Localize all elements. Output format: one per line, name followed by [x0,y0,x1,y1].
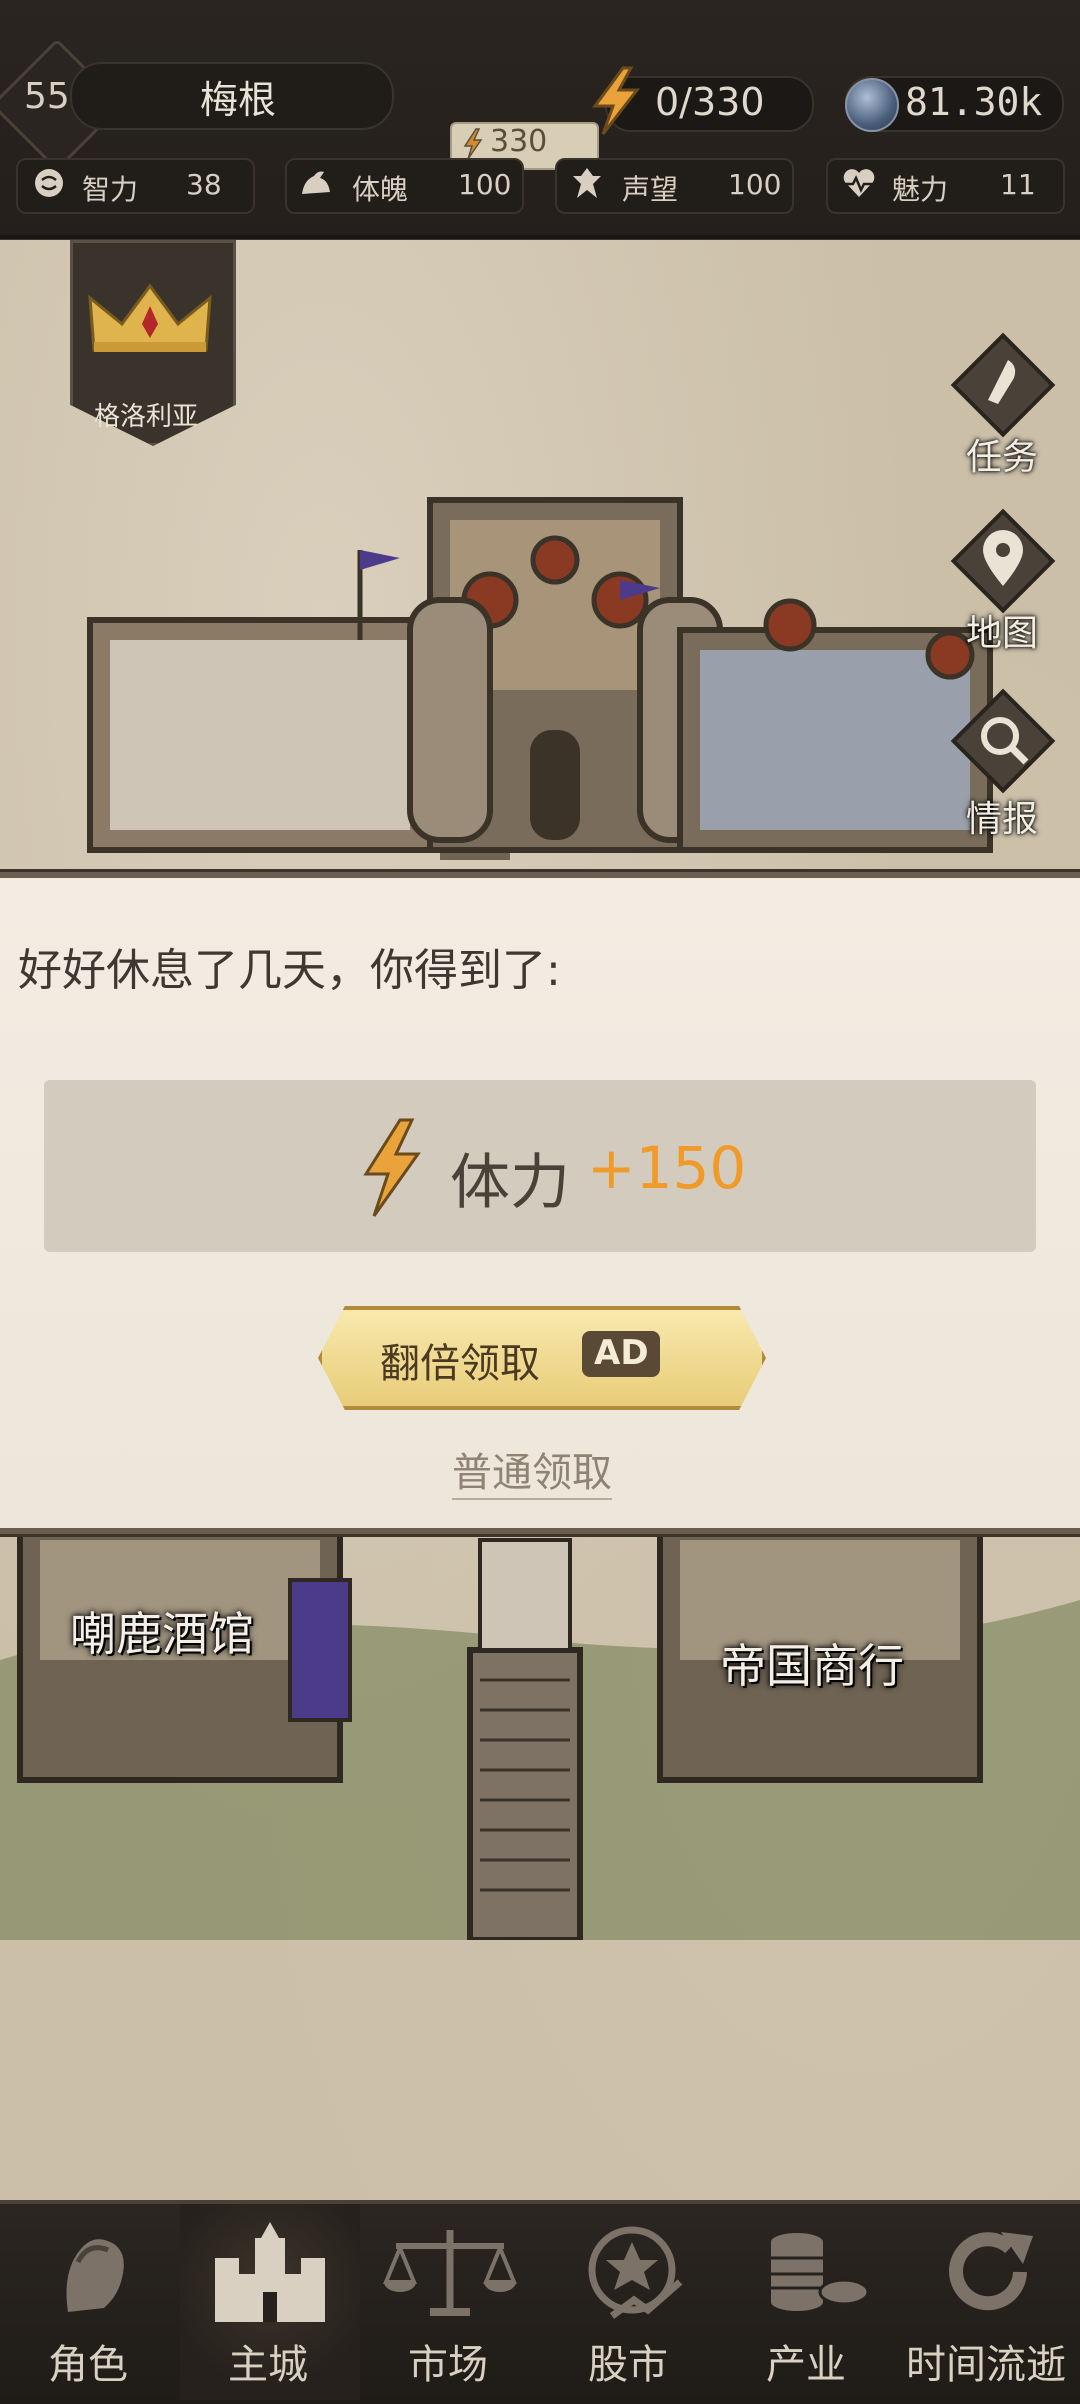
tavern-label[interactable]: 嘲鹿酒馆 [70,1598,254,1664]
scale-icon [383,2230,517,2316]
brain-icon [35,169,63,197]
quest-label: 任务 [966,437,1039,478]
nav-stock-market-label: 股市 [588,2342,668,2388]
intel-button[interactable] [948,686,1058,796]
stat-physique-value: 100 [458,168,512,201]
crown-icon [88,283,212,352]
stat-intelligence-value: 38 [186,168,222,201]
stat-charm-label: 魅力 [892,173,949,206]
map-button[interactable] [948,506,1058,616]
heart-icon [843,169,875,197]
castle-illustration[interactable] [60,480,1010,870]
reward-value: +150 [587,1134,747,1202]
magnifier-icon [950,688,1056,794]
stock-chart-icon [588,2226,683,2319]
stat-fame-value: 100 [728,168,782,201]
town-illustration [0,1520,1080,1940]
energy-max-value: 330 [490,124,548,159]
map-pin-icon [950,508,1056,614]
nav-main-city-label: 主城 [228,2342,308,2388]
intel-label: 情报 [966,799,1039,840]
nav-market-label: 市场 [408,2342,488,2388]
lightning-small-icon [463,128,483,160]
double-claim-label: 翻倍领取 [380,1341,540,1387]
nav-industry-label: 产业 [766,2342,846,2388]
coin-icon [845,78,899,132]
lightning-icon [363,1118,421,1217]
coin-value: 81.30k [905,80,1043,124]
stat-fame-label: 声望 [622,173,679,206]
quest-button[interactable] [948,330,1058,440]
fame-icon [573,168,601,198]
coins-icon [771,2233,870,2311]
map-label: 地图 [966,613,1039,654]
castle-icon [215,2222,325,2322]
player-name: 梅根 [200,78,277,122]
stat-intelligence-label: 智力 [82,173,139,206]
nav-time-pass-label: 时间流逝 [906,2342,1066,2388]
reward-label: 体力 [450,1148,570,1218]
normal-claim-button[interactable]: 普通领取 [452,1440,612,1500]
quest-icon [950,332,1056,438]
nav-character-label: 角色 [48,2342,128,2388]
dialog-message: 好好休息了几天，你得到了: [18,945,561,996]
stat-physique-label: 体魄 [352,173,409,206]
energy-value: 0/330 [655,80,765,124]
refresh-icon [949,2232,1033,2311]
ad-badge-text: AD [594,1333,649,1373]
city-name: 格洛利亚 [94,402,199,432]
character-icon [66,2239,124,2312]
muscle-icon [302,171,330,194]
stat-charm-value: 11 [1000,168,1036,201]
trading-house-label[interactable]: 帝国商行 [720,1630,904,1696]
